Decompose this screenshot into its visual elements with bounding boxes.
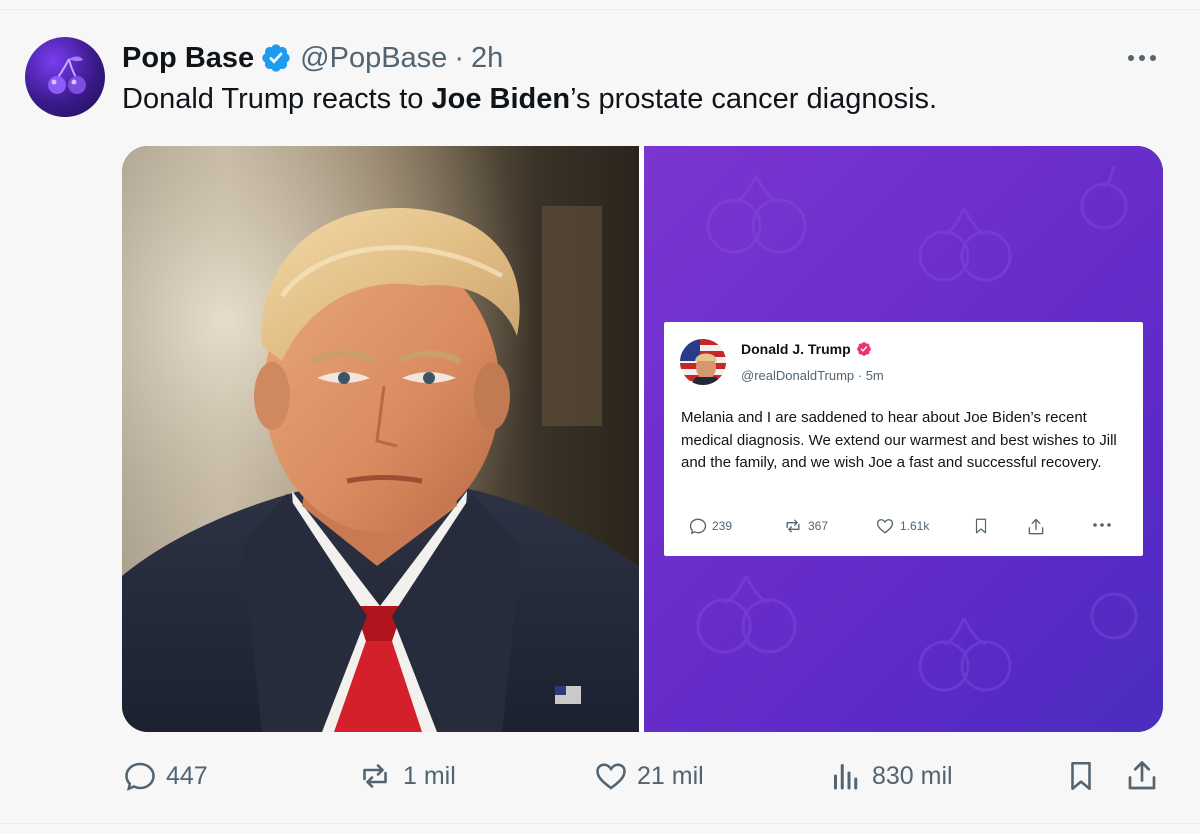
verified-badge-icon — [262, 44, 290, 72]
reply-count: 447 — [166, 761, 208, 790]
embedded-post-text: Melania and I are saddened to hear about… — [681, 409, 1117, 471]
trump-portrait-image[interactable] — [122, 146, 639, 732]
embedded-verified-badge-icon — [856, 342, 871, 356]
views-icon — [834, 764, 858, 790]
repost-button[interactable]: 1 mil — [355, 757, 456, 795]
embedded-like-count: 1.61k — [900, 519, 930, 533]
separator: · — [454, 41, 464, 74]
embedded-post-name: Donald J. Trump — [741, 341, 851, 357]
tweet-text-bold: Joe Biden — [431, 83, 571, 115]
bookmark-icon — [1071, 761, 1091, 791]
embedded-post-handle: @realDonaldTrump · 5m — [741, 368, 884, 383]
author-name[interactable]: Pop Base — [122, 42, 254, 75]
views-count: 830 mil — [872, 761, 953, 790]
tweet: Pop Base @PopBase · 2h Donald Trump reac… — [0, 0, 1200, 834]
truth-post-image[interactable]: Donald J. Trump @realDonaldTrump · 5m Me… — [644, 146, 1163, 732]
tweet-header: Pop Base @PopBase · 2h — [122, 38, 503, 78]
avatar[interactable] — [25, 37, 105, 117]
embedded-post-author[interactable]: Donald J. Trump — [741, 341, 872, 357]
embedded-post-actions: 239 367 1.61k — [684, 516, 1130, 538]
share-icon — [1128, 761, 1156, 790]
media-grid[interactable]: Donald J. Trump @realDonaldTrump · 5m Me… — [122, 146, 1163, 732]
like-count: 21 mil — [637, 761, 704, 790]
reply-button[interactable]: 447 — [122, 757, 208, 795]
embedded-repost-icon — [786, 519, 800, 533]
tweet-text-after: ’s prostate cancer diagnosis. — [570, 83, 938, 115]
reply-icon — [125, 762, 155, 791]
more-icon[interactable] — [1122, 46, 1162, 70]
embedded-reply-button[interactable]: 239 — [688, 516, 732, 536]
embedded-bookmark-icon[interactable] — [972, 516, 990, 536]
author-handle[interactable]: @PopBase — [300, 42, 447, 75]
tweet-text: Donald Trump reacts to Joe Biden’s prost… — [122, 83, 937, 116]
embedded-post-avatar[interactable] — [680, 339, 726, 385]
timestamp[interactable]: 2h — [471, 42, 503, 75]
like-button[interactable]: 21 mil — [593, 757, 704, 795]
repost-count: 1 mil — [403, 761, 456, 790]
tweet-text-before: Donald Trump reacts to — [122, 83, 432, 115]
divider-top — [0, 9, 1200, 10]
embedded-share-icon[interactable] — [1026, 516, 1046, 538]
embedded-repost-button[interactable]: 367 — [782, 516, 828, 536]
bookmark-button[interactable] — [1064, 757, 1098, 795]
embedded-reply-count: 239 — [712, 519, 733, 533]
embedded-like-icon — [876, 519, 894, 534]
embedded-more-icon[interactable] — [1092, 520, 1114, 530]
views-button[interactable]: 830 mil — [828, 757, 953, 795]
embedded-post-card[interactable]: Donald J. Trump @realDonaldTrump · 5m Me… — [664, 322, 1143, 556]
embedded-reply-icon — [689, 518, 707, 535]
embedded-repost-count: 367 — [808, 519, 829, 533]
repost-icon — [363, 764, 387, 788]
embedded-like-button[interactable]: 1.61k — [874, 516, 929, 536]
divider-bottom — [0, 823, 1200, 824]
share-button[interactable] — [1124, 757, 1160, 795]
like-icon — [596, 763, 626, 790]
